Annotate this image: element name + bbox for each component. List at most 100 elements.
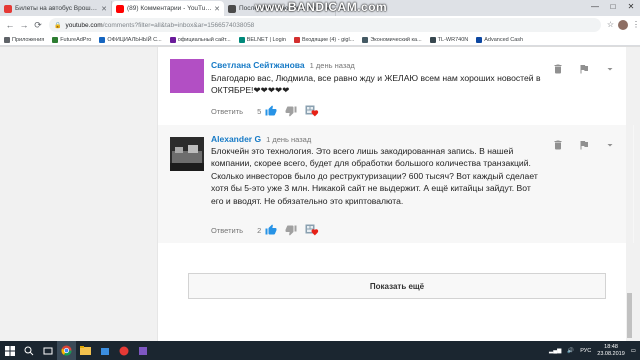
comment-actions: Ответить 5 xyxy=(211,105,319,117)
reply-button[interactable]: Ответить xyxy=(211,226,243,235)
thumbs-down-icon[interactable] xyxy=(285,105,297,117)
bookmark-label: Advanced Cash xyxy=(484,36,524,43)
notifications-icon[interactable]: ▭ xyxy=(631,348,636,354)
thumbs-down-icon[interactable] xyxy=(285,224,297,236)
comment-time[interactable]: 1 день назад xyxy=(266,135,311,144)
avatar[interactable] xyxy=(170,59,204,93)
language-indicator[interactable]: РУС xyxy=(580,348,591,354)
bandicam-icon[interactable] xyxy=(114,341,133,360)
bookmark-label: ОФИЦИАЛЬНЫЙ С... xyxy=(107,36,162,43)
comment-text: Блокчейн это технология. Это всего лишь … xyxy=(211,146,538,206)
bookmark-label: Экономический ка... xyxy=(370,36,422,43)
toolbar-icons: ☆ ⋮ xyxy=(607,20,640,30)
network-icon[interactable]: ▂▄▆ xyxy=(549,348,561,354)
reply-button[interactable]: Ответить xyxy=(211,107,243,116)
comment-item: Alexander G 1 день назад Блокчейн это тех… xyxy=(158,125,634,243)
bookmark-official-site[interactable]: официальный сайт... xyxy=(169,36,231,43)
menu-icon[interactable]: ⋮ xyxy=(632,20,640,30)
thumbs-up-icon[interactable] xyxy=(265,224,277,236)
forward-arrow-icon[interactable]: → xyxy=(17,20,31,30)
bookmark-advcash[interactable]: Advanced Cash xyxy=(476,36,524,43)
tab-title: Билеты на автобус Врошлее - С xyxy=(15,5,100,12)
url-path: /comments?filter=all&tab=inbox&ar=156657… xyxy=(102,21,255,29)
url-host: youtube.com xyxy=(65,21,103,29)
minimize-button[interactable]: — xyxy=(586,0,604,14)
star-icon[interactable]: ☆ xyxy=(607,20,614,30)
bookmark-icon xyxy=(476,36,483,43)
window-controls: — □ ✕ xyxy=(586,0,640,14)
page-background: Светлана Сейтжанова 1 день назад Благодар… xyxy=(0,47,640,341)
comments-panel: Светлана Сейтжанова 1 день назад Благодар… xyxy=(157,47,634,341)
mail-icon xyxy=(293,36,300,43)
clock-time: 18:48 xyxy=(604,343,618,350)
trash-icon[interactable] xyxy=(552,139,564,151)
close-window-button[interactable]: ✕ xyxy=(622,0,640,14)
app-icon[interactable] xyxy=(133,341,152,360)
comment-time[interactable]: 1 день назад xyxy=(310,61,355,70)
bookmark-economic[interactable]: Экономический ка... xyxy=(362,36,422,43)
address-bar[interactable]: 🔒 youtube.com/comments?filter=all&tab=in… xyxy=(49,18,601,32)
author-name[interactable]: Alexander G xyxy=(211,134,261,144)
store-icon[interactable] xyxy=(95,341,114,360)
chrome-icon[interactable] xyxy=(57,341,76,360)
scrollbar-thumb[interactable] xyxy=(627,293,632,338)
profile-avatar[interactable] xyxy=(618,20,629,30)
comment-actions: Ответить 2 xyxy=(211,224,319,236)
tab-bus-tickets[interactable]: Билеты на автобус Врошлее - С ✕ xyxy=(0,1,112,16)
like-count: 5 xyxy=(257,106,262,116)
apps-grid-icon xyxy=(4,36,10,43)
bookmark-label: FutureAdPro xyxy=(60,36,92,43)
maximize-button[interactable]: □ xyxy=(604,0,622,14)
file-explorer-icon[interactable] xyxy=(76,341,95,360)
flag-icon[interactable] xyxy=(578,139,590,151)
author-name[interactable]: Светлана Сейтжанова xyxy=(211,60,305,70)
bookmark-icon xyxy=(362,36,369,43)
thumbs-up-icon[interactable] xyxy=(265,105,277,117)
clock[interactable]: 18:48 23.08.2019 xyxy=(597,344,625,358)
bookmark-router[interactable]: TL-WR740N xyxy=(429,36,468,43)
like-count: 2 xyxy=(257,225,262,235)
browser-toolbar: ← → ⟳ 🔒 youtube.com/comments?filter=all&… xyxy=(0,16,640,34)
scrollbar[interactable] xyxy=(626,47,633,341)
chevron-down-icon[interactable] xyxy=(604,63,616,75)
bookmark-label: Приложения xyxy=(12,36,45,43)
tab-youtube-comments[interactable]: (89) Комментарии - YouTube ✕ xyxy=(112,1,224,16)
creator-heart-icon[interactable] xyxy=(305,224,319,236)
close-icon[interactable]: ✕ xyxy=(214,5,220,13)
bookmark-futureadpro[interactable]: FutureAdPro xyxy=(52,36,92,43)
screen: Билеты на автобус Врошлее - С ✕ (89) Ком… xyxy=(0,0,640,360)
youtube-icon xyxy=(116,4,124,13)
chevron-down-icon[interactable] xyxy=(604,139,616,151)
reload-icon[interactable]: ⟳ xyxy=(31,20,45,31)
comment-author[interactable]: Alexander G 1 день назад xyxy=(211,134,311,144)
bookmark-apps[interactable]: Приложения xyxy=(4,36,45,43)
back-arrow-icon[interactable]: ← xyxy=(3,20,17,30)
bookmark-label: официальный сайт... xyxy=(177,36,231,43)
comment-text: Благодарю вас, Людмила, все равно жду и … xyxy=(211,73,541,96)
comment-side-actions xyxy=(552,139,616,151)
lock-icon: 🔒 xyxy=(54,22,62,29)
close-icon[interactable]: ✕ xyxy=(101,5,107,13)
windows-start-icon[interactable] xyxy=(0,341,19,360)
flag-icon[interactable] xyxy=(578,63,590,75)
bookmark-belnet[interactable]: BELNET | Login xyxy=(238,36,286,43)
bookmark-inbox[interactable]: Входящие (4) - gigl... xyxy=(293,36,355,43)
avatar[interactable] xyxy=(170,137,204,171)
creator-heart-icon[interactable] xyxy=(305,105,319,117)
bookmark-icon xyxy=(238,36,245,43)
volume-icon[interactable]: 🔊 xyxy=(567,348,574,354)
task-view-icon[interactable] xyxy=(38,341,57,360)
comment-side-actions xyxy=(552,63,616,75)
comment-author[interactable]: Светлана Сейтжанова 1 день назад xyxy=(211,60,355,70)
bookmark-label: Входящие (4) - gigl... xyxy=(301,36,355,43)
bookmark-official[interactable]: ОФИЦИАЛЬНЫЙ С... xyxy=(99,36,162,43)
tab-favicon xyxy=(228,4,236,13)
bookmark-icon xyxy=(52,36,59,43)
windows-taskbar: ▂▄▆ 🔊 РУС 18:48 23.08.2019 ▭ xyxy=(0,341,640,360)
trash-icon[interactable] xyxy=(552,63,564,75)
search-icon[interactable] xyxy=(19,341,38,360)
show-more-button[interactable]: Показать ещё xyxy=(188,273,606,299)
bookmark-label: BELNET | Login xyxy=(246,36,286,43)
bookmark-icon xyxy=(429,36,436,43)
avatar-photo xyxy=(170,137,204,171)
